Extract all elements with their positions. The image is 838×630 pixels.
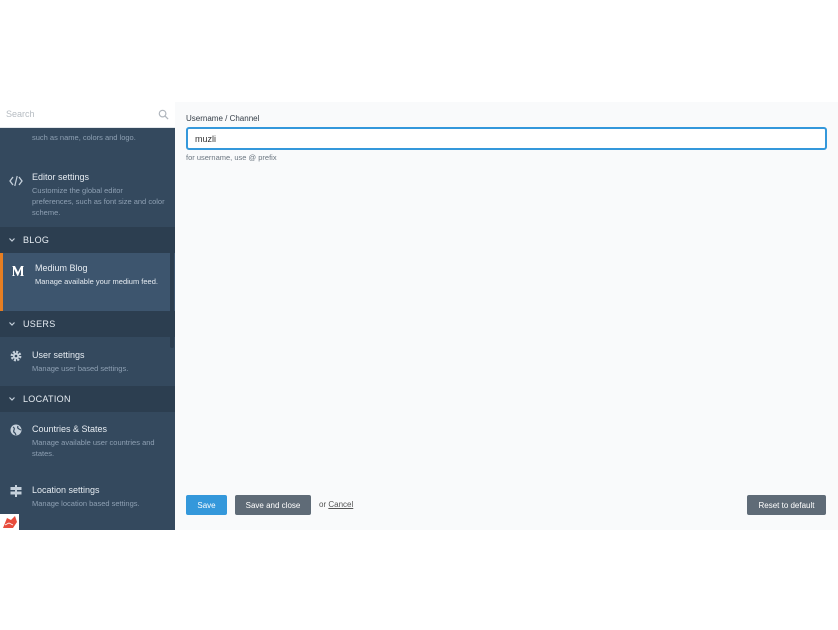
sidebar-item-title: User settings: [32, 350, 85, 360]
settings-sidebar: such as name, colors and logo. Editor se…: [0, 102, 175, 530]
sidebar-item-desc: Manage available user countries and stat…: [32, 438, 155, 458]
sidebar-item-title: Medium Blog: [35, 263, 88, 273]
sidebar-search: [0, 102, 175, 128]
sidebar-item-desc: Manage user based settings.: [32, 364, 129, 373]
username-channel-label: Username / Channel: [186, 114, 260, 123]
section-users[interactable]: USERS: [0, 311, 175, 337]
sidebar-item-branding[interactable]: such as name, colors and logo.: [0, 132, 175, 166]
settings-content: Username / Channel for username, use @ p…: [175, 102, 838, 530]
chevron-down-icon: [9, 322, 15, 326]
save-and-close-button[interactable]: Save and close: [235, 495, 311, 515]
medium-logo-icon: [12, 266, 24, 276]
sidebar-scrollbar[interactable]: [170, 238, 174, 348]
section-blog[interactable]: BLOG: [0, 227, 175, 253]
chevron-down-icon: [9, 397, 15, 401]
brand-logo-icon: [3, 516, 17, 528]
signpost-icon: [10, 485, 22, 497]
sidebar-item-countries-states[interactable]: Countries & States Manage available user…: [0, 412, 175, 474]
sidebar-item-desc: Manage location based settings.: [32, 499, 140, 508]
sidebar-item-medium-blog[interactable]: Medium Blog Manage available your medium…: [0, 253, 175, 311]
sidebar-item-desc: Customize the global editor preferences,…: [32, 186, 165, 217]
section-location[interactable]: LOCATION: [0, 386, 175, 412]
app-window: such as name, colors and logo. Editor se…: [0, 102, 838, 530]
code-icon: [9, 175, 23, 187]
sidebar-item-title: Countries & States: [32, 424, 108, 434]
section-label: BLOG: [23, 235, 50, 245]
username-channel-input[interactable]: [186, 127, 827, 150]
save-button[interactable]: Save: [186, 495, 227, 515]
sidebar-item-desc: such as name, colors and logo.: [32, 133, 136, 142]
search-input[interactable]: [0, 102, 150, 126]
sidebar-item-user-settings[interactable]: User settings Manage user based settings…: [0, 337, 175, 386]
search-icon[interactable]: [158, 109, 169, 120]
sidebar-item-desc: Manage available your medium feed.: [35, 277, 158, 286]
cancel-group: or Cancel: [319, 500, 353, 509]
sidebar-item-title: Location settings: [32, 485, 100, 495]
section-label: USERS: [23, 319, 56, 329]
username-help-text: for username, use @ prefix: [186, 153, 277, 162]
sidebar-item-editor-settings[interactable]: Editor settings Customize the global edi…: [0, 166, 175, 227]
sidebar-item-location-settings[interactable]: Location settings Manage location based …: [0, 474, 175, 514]
section-label: LOCATION: [23, 394, 71, 404]
chevron-down-icon: [9, 238, 15, 242]
cancel-link[interactable]: Cancel: [328, 500, 353, 509]
or-text: or: [319, 500, 327, 509]
sidebar-item-title: Editor settings: [32, 172, 90, 182]
gear-icon: [10, 350, 22, 362]
globe-icon: [10, 424, 22, 436]
reset-to-default-button[interactable]: Reset to default: [747, 495, 826, 515]
avatar[interactable]: [0, 514, 19, 530]
